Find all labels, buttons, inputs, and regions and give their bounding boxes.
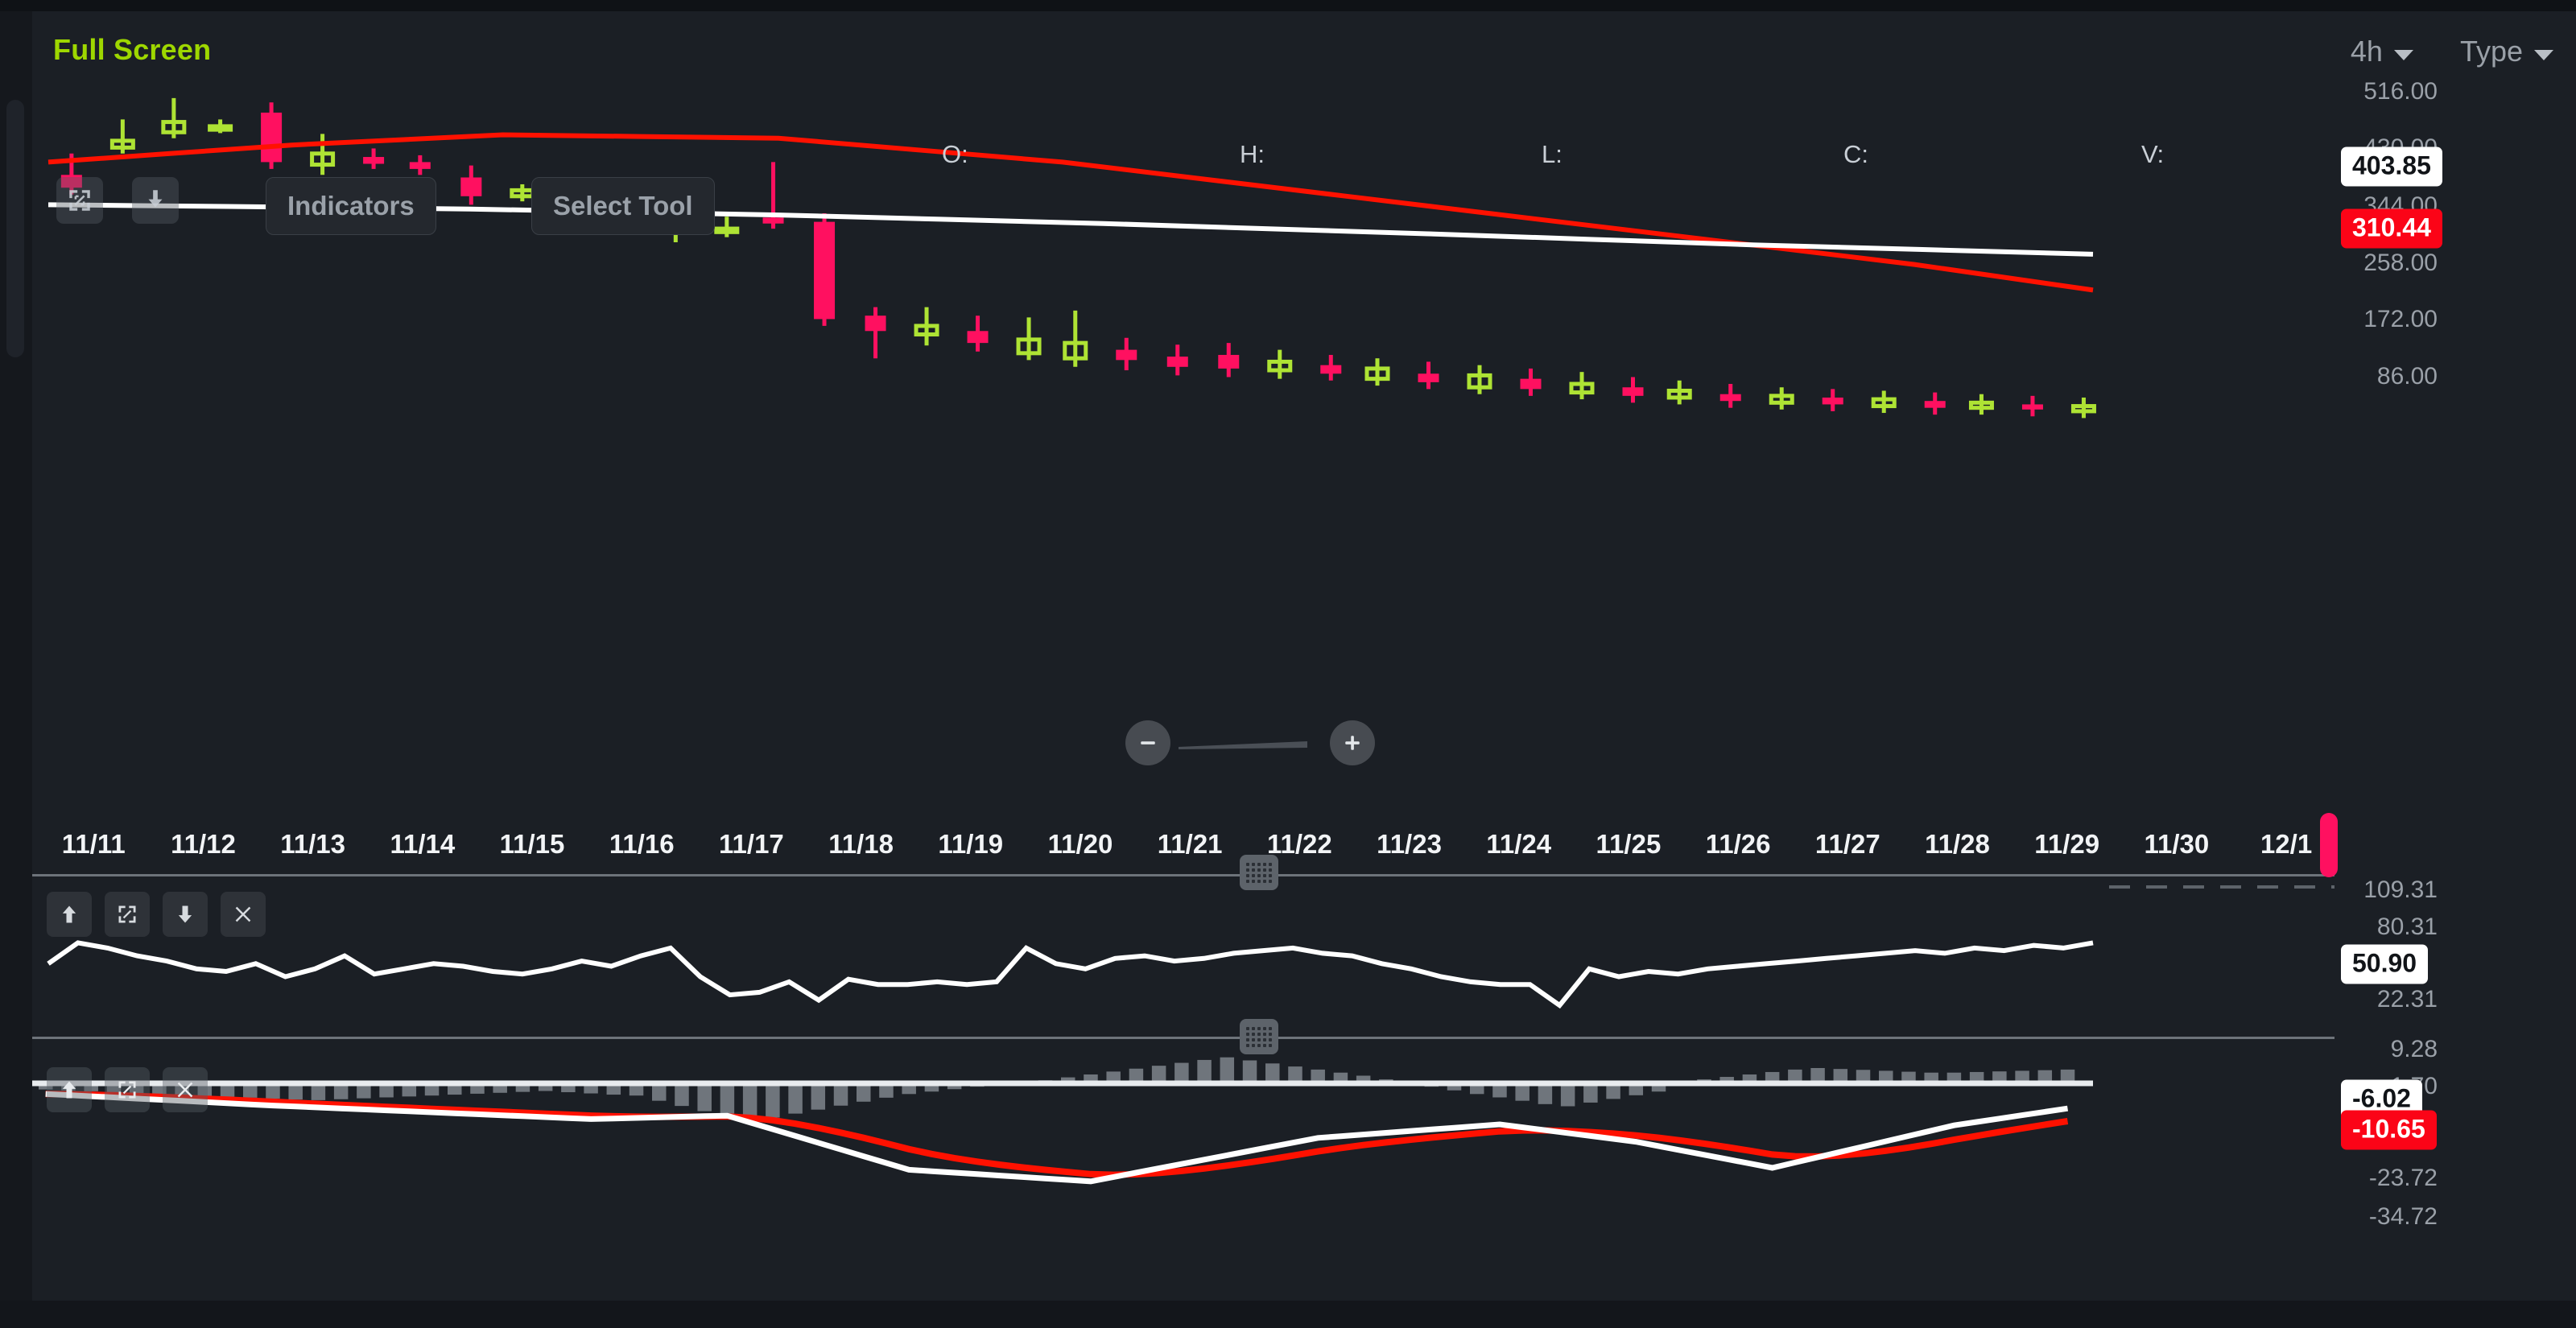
window-top-strip <box>0 0 2576 11</box>
macd-expand-button[interactable] <box>105 1067 150 1112</box>
select-tool-label: Select Tool <box>553 191 693 221</box>
plus-icon <box>1345 736 1360 750</box>
expand-icon <box>69 190 90 211</box>
date-axis-label: 11/17 <box>719 829 784 859</box>
macd-axis[interactable]: 9.28 -1.70 -6.02 -10.65 -23.72 -34.72 <box>2334 1036 2576 1301</box>
date-axis-label: 11/27 <box>1814 829 1880 859</box>
arrow-up-icon <box>62 905 76 923</box>
date-axis-label: 11/14 <box>390 829 456 859</box>
date-axis-label: 11/24 <box>1486 829 1552 859</box>
left-rail-scroll-knob[interactable] <box>6 100 24 357</box>
macd-histogram <box>39 1057 2075 1122</box>
expand-icon <box>118 1081 136 1099</box>
rsi-value-badge: 50.90 <box>2341 944 2429 984</box>
download-icon <box>148 190 163 208</box>
date-axis-label: 11/11 <box>61 829 126 859</box>
rsi-close-button[interactable] <box>221 892 266 937</box>
expand-chart-button[interactable] <box>56 177 103 224</box>
expand-icon <box>118 905 136 923</box>
select-tool-button[interactable]: Select Tool <box>531 177 715 235</box>
window-bottom-strip <box>0 1301 2576 1328</box>
macd-close-button[interactable] <box>163 1067 208 1112</box>
trading-chart-app: Full Screen 4h Type O: H: L: C: V: Indic… <box>0 0 2576 1328</box>
date-axis-line <box>32 874 2334 876</box>
rsi-pane-buttons <box>47 892 266 937</box>
macd-canvas <box>32 1057 2093 1185</box>
rsi-canvas <box>47 940 2094 1009</box>
rsi-tick: 22.31 <box>2376 986 2438 1012</box>
macd-tick: -23.72 <box>2368 1165 2438 1191</box>
rsi-axis[interactable]: 109.31 80.31 50.90 22.31 <box>2334 876 2576 1037</box>
date-axis-label: 11/30 <box>2144 829 2210 859</box>
download-chart-button[interactable] <box>132 177 179 224</box>
price-tick: 86.00 <box>2376 363 2438 390</box>
rsi-move-down-button[interactable] <box>163 892 208 937</box>
candlestick-series <box>60 97 2096 419</box>
chevron-down-icon <box>2393 49 2413 60</box>
rsi-bottom-divider <box>32 1037 2334 1039</box>
date-axis-label: 11/22 <box>1266 829 1332 859</box>
last-bar-marker <box>2320 813 2338 877</box>
date-axis-label: 11/19 <box>938 829 1004 859</box>
date-axis-label: 11/16 <box>609 829 675 859</box>
date-axis-label: 11/26 <box>1705 829 1771 859</box>
date-axis-label: 11/25 <box>1596 829 1662 859</box>
macd-tick: -34.72 <box>2368 1203 2438 1230</box>
chevron-down-icon <box>2534 49 2553 60</box>
date-axis-label: 11/12 <box>171 829 236 859</box>
zoom-slider-track[interactable] <box>1179 736 1322 750</box>
rsi-pane[interactable] <box>32 879 2334 1037</box>
macd-pane-buttons <box>47 1067 208 1112</box>
date-axis[interactable]: 11/11 11/12 11/13 11/14 11/15 11/16 11/17 11/18… <box>32 829 2334 874</box>
date-axis-label: 11/13 <box>280 829 346 859</box>
arrow-down-icon <box>178 905 192 923</box>
close-icon <box>235 906 251 922</box>
price-tick: 258.00 <box>2363 250 2438 276</box>
price-axis[interactable]: 516.00 430.00 403.85 344.00 310.44 258.0… <box>2334 61 2576 847</box>
date-axis-label: 11/18 <box>828 829 894 859</box>
macd-move-up-button[interactable] <box>47 1067 92 1112</box>
last-price-badge: 403.85 <box>2341 146 2442 187</box>
date-axis-label: 11/23 <box>1377 829 1442 859</box>
rsi-tick: 109.31 <box>2363 876 2438 903</box>
left-rail <box>0 11 32 1328</box>
macd-pane[interactable] <box>32 1041 2334 1301</box>
close-icon <box>177 1082 193 1098</box>
rsi-line <box>47 940 2094 1009</box>
zoom-in-button[interactable] <box>1330 720 1375 765</box>
rsi-move-up-button[interactable] <box>47 892 92 937</box>
minus-icon <box>1141 741 1155 744</box>
date-axis-label: 11/28 <box>1925 829 1990 859</box>
macd-value-badge-red: -10.65 <box>2341 1110 2437 1150</box>
arrow-up-icon <box>62 1081 76 1099</box>
price-tick: 172.00 <box>2363 306 2438 332</box>
rsi-expand-button[interactable] <box>105 892 150 937</box>
date-axis-label: 12/1 <box>2260 829 2313 859</box>
rsi-tick: 80.31 <box>2376 914 2438 940</box>
date-axis-label: 11/20 <box>1047 829 1113 859</box>
date-axis-label: 11/21 <box>1157 829 1223 859</box>
date-axis-label: 11/15 <box>499 829 565 859</box>
price-tick: 516.00 <box>2363 78 2438 105</box>
zoom-track-wedge <box>1179 741 1307 749</box>
ma-slow-price-badge: 310.44 <box>2341 208 2442 249</box>
chart-header: Full Screen 4h Type <box>32 11 2576 68</box>
zoom-out-button[interactable] <box>1125 720 1170 765</box>
macd-tick: 9.28 <box>2390 1036 2438 1062</box>
date-axis-label: 11/29 <box>2034 829 2100 859</box>
indicators-button[interactable]: Indicators <box>266 177 436 235</box>
zoom-slider-control[interactable] <box>1125 715 1375 771</box>
indicators-label: Indicators <box>287 191 415 221</box>
